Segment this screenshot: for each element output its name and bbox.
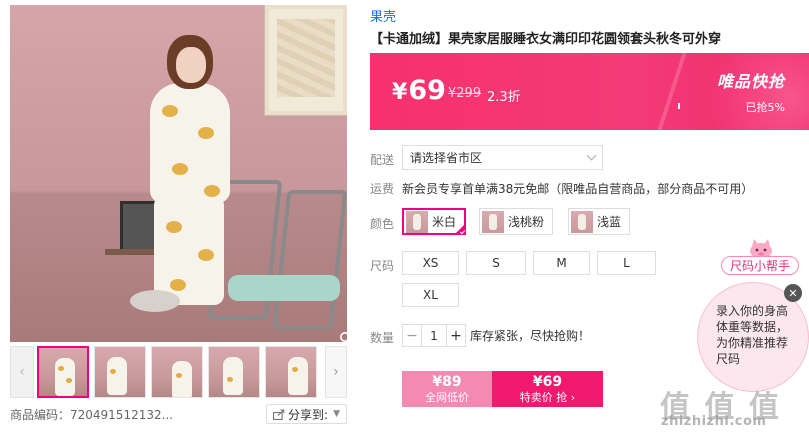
- flash-sale-sold: 已抢5%: [745, 101, 785, 114]
- print-dot: [227, 377, 233, 382]
- print-dot: [292, 367, 298, 372]
- thumbnail-figure: [223, 357, 243, 395]
- share-icon: [273, 409, 285, 420]
- color-option-label: 米白: [432, 215, 457, 229]
- thumbnail-figure: [55, 358, 75, 396]
- slipper: [130, 290, 180, 312]
- thumbnail-figure: [172, 361, 192, 397]
- flash-price-caption: 特卖价 抢 ›: [519, 390, 576, 404]
- size-option-s[interactable]: S: [466, 251, 526, 275]
- close-icon[interactable]: ✕: [784, 284, 802, 302]
- color-option-peach[interactable]: 浅桃粉: [479, 208, 554, 235]
- print-dot: [66, 378, 72, 383]
- thumbnail[interactable]: [208, 346, 260, 398]
- quantity-plus-button[interactable]: +: [447, 325, 465, 346]
- size-label: 尺码: [370, 259, 395, 273]
- normal-price-button[interactable]: ¥89 全网低价: [402, 371, 492, 407]
- thumbnail-strip: ‹ ›: [10, 346, 347, 398]
- shipping-label: 运费: [370, 182, 395, 196]
- current-price-value: 69: [408, 75, 446, 106]
- discount-rate: 2.3折: [487, 90, 521, 105]
- stock-warning: 库存紧张，尽快抢购！: [470, 329, 591, 343]
- banner-divider: [657, 53, 687, 130]
- purchase-buttons: ¥89 全网低价 ¥69 特卖价 抢 ›: [402, 371, 603, 407]
- wall-picture-frame: [265, 5, 347, 115]
- color-swatch: [571, 210, 593, 233]
- chevron-right-icon[interactable]: ›: [325, 346, 347, 398]
- color-option-blue[interactable]: 浅蓝: [568, 208, 631, 235]
- flash-sale-progress: [678, 103, 680, 109]
- original-price: ¥299: [448, 86, 482, 101]
- gallery-footer: 商品编码：720491512132... 分享到: ▼: [10, 403, 347, 425]
- print-dot: [166, 221, 182, 233]
- region-select-value: 请选择省市区: [410, 151, 483, 165]
- color-option-label: 浅桃粉: [508, 215, 545, 229]
- color-swatch: [406, 210, 428, 233]
- main-product-image[interactable]: [10, 5, 347, 342]
- normal-price: ¥89: [432, 374, 462, 390]
- size-option-xs[interactable]: XS: [402, 251, 459, 275]
- color-option-label: 浅蓝: [597, 215, 622, 229]
- size-option-m[interactable]: M: [533, 251, 590, 275]
- model-face: [176, 47, 206, 83]
- print-dot: [172, 163, 188, 175]
- product-code: 商品编码：720491512132...: [10, 407, 174, 422]
- print-dot: [170, 279, 186, 291]
- search-icon[interactable]: [339, 331, 347, 342]
- pajama-pants: [154, 195, 224, 305]
- current-price: ¥ 69: [392, 75, 446, 106]
- chevron-left-icon[interactable]: ‹: [10, 346, 34, 398]
- thumbnail[interactable]: [265, 346, 317, 398]
- delivery-label: 配送: [370, 153, 395, 167]
- print-dot: [198, 249, 214, 261]
- brand-link[interactable]: 果壳: [370, 6, 396, 25]
- flash-price: ¥69: [532, 374, 563, 390]
- quantity-input[interactable]: 1: [421, 325, 447, 346]
- flash-sale-label: 唯品快抢: [716, 72, 785, 91]
- print-dot: [198, 127, 214, 139]
- size-helper-tag[interactable]: 尺码小帮手: [721, 256, 799, 275]
- print-dot: [176, 373, 182, 378]
- pajama-top: [150, 83, 230, 203]
- normal-price-caption: 全网低价: [425, 390, 469, 404]
- size-helper-message: 录入你的身高体重等数据，为你精准推荐尺码: [716, 304, 789, 366]
- flash-buy-button[interactable]: ¥69 特卖价 抢 ›: [492, 371, 603, 407]
- product-title: 【卡通加绒】果壳家居服睡衣女满印印花圆领套头秋冬可外穿: [370, 32, 722, 47]
- watermark-url: zhizhizhi.com: [661, 414, 767, 429]
- quantity-stepper: − 1 +: [402, 324, 466, 347]
- quantity-label: 数量: [370, 331, 395, 345]
- print-dot: [204, 185, 220, 197]
- share-label: 分享到:: [288, 407, 329, 422]
- thumbnail-figure: [107, 357, 127, 395]
- region-select[interactable]: 请选择省市区: [402, 145, 603, 170]
- print-dot: [110, 369, 116, 374]
- color-option-beige[interactable]: 米白: [402, 208, 467, 235]
- size-option-l[interactable]: L: [597, 251, 656, 275]
- thumbnail[interactable]: [37, 346, 89, 398]
- size-option-xl[interactable]: XL: [402, 283, 459, 307]
- share-button[interactable]: 分享到: ▼: [266, 404, 347, 424]
- chair-seat-cushion: [228, 275, 340, 301]
- chevron-down-icon: [586, 150, 597, 161]
- thumbnail-figure: [288, 357, 308, 395]
- shipping-info: 新会员专享首单满38元免邮（限唯品自营商品，部分商品不可用）: [402, 182, 754, 196]
- color-label: 颜色: [370, 217, 395, 231]
- thumbnail[interactable]: [94, 346, 146, 398]
- currency-symbol: ¥: [392, 80, 408, 105]
- thumbnail[interactable]: [151, 346, 203, 398]
- price-banner: ¥ 69 ¥299 2.3折 唯品快抢 已抢5%: [370, 53, 809, 130]
- print-dot: [58, 366, 64, 371]
- quantity-minus-button[interactable]: −: [403, 325, 421, 346]
- model-figure: [132, 35, 242, 315]
- print-dot: [162, 105, 178, 117]
- color-swatch: [482, 210, 504, 233]
- caret-down-icon: ▼: [333, 409, 340, 419]
